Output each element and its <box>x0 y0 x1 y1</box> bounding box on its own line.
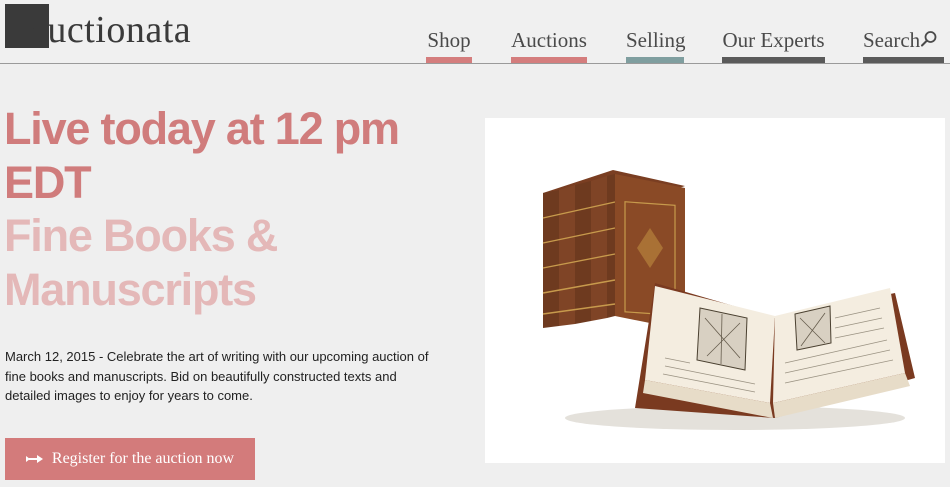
nav-underline-selling <box>626 57 684 63</box>
nav-underline-auctions <box>511 57 587 63</box>
auctionata-logo[interactable]: auctionata <box>5 4 245 51</box>
gavel-arrow-icon <box>25 455 43 463</box>
nav-item-selling[interactable]: Selling <box>626 0 686 63</box>
hero-live-heading: Live today at 12 pm EDT <box>4 103 400 208</box>
hero-sale-heading: Fine Books & Manuscripts <box>4 210 278 315</box>
nav-item-auctions[interactable]: Auctions <box>511 0 587 63</box>
register-auction-label: Register for the auction now <box>51 450 235 467</box>
search-icon <box>921 31 937 47</box>
nav-underline-our-experts <box>722 57 825 63</box>
nav-item-search[interactable]: Search <box>863 0 944 63</box>
nav-underline-shop <box>426 57 472 63</box>
books-illustration <box>542 170 915 430</box>
logo-text: auctionata <box>30 9 192 51</box>
site-header: auctionata Shop Auctions Selling Our Exp… <box>0 0 950 64</box>
nav-underline-search <box>863 57 944 63</box>
nav-label-selling: Selling <box>626 28 686 52</box>
nav-label-shop: Shop <box>427 28 471 52</box>
nav-item-shop[interactable]: Shop <box>426 0 472 63</box>
nav-label-our-experts: Our Experts <box>722 28 825 52</box>
nav-label-auctions: Auctions <box>511 28 587 52</box>
hero-description: March 12, 2015 - Celebrate the art of wr… <box>5 349 429 403</box>
nav-item-our-experts[interactable]: Our Experts <box>722 0 825 63</box>
register-auction-button[interactable]: Register for the auction now <box>5 438 255 480</box>
books-image <box>485 118 945 463</box>
